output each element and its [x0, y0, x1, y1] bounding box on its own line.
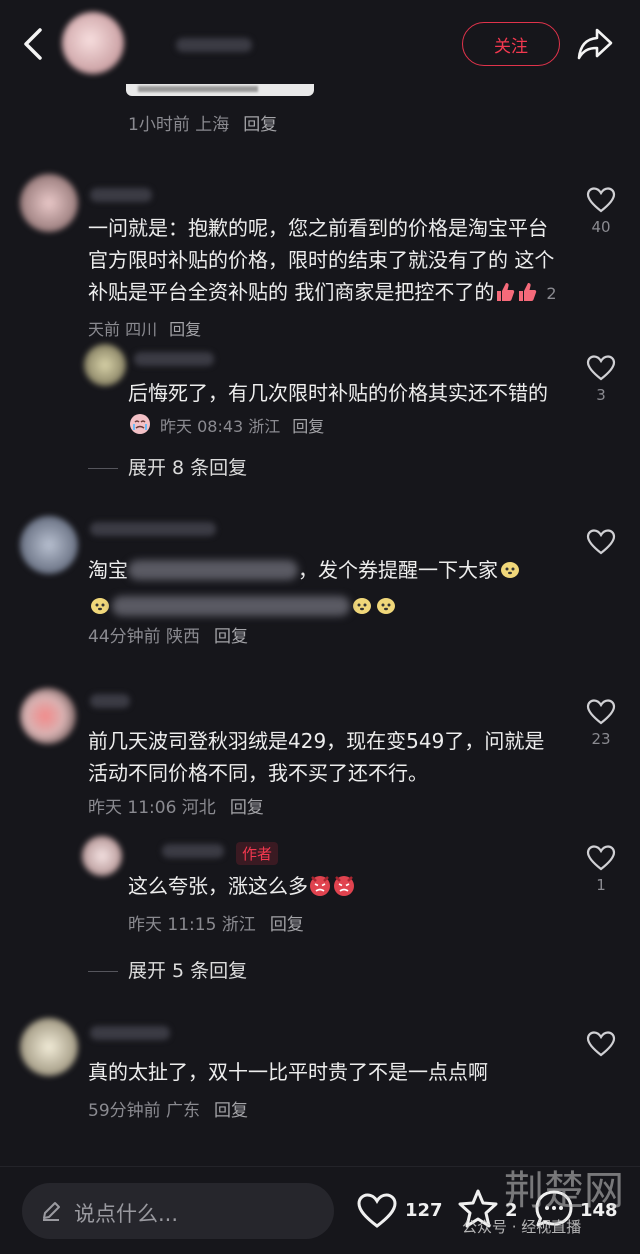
meta-time-place: 44分钟前 陕西: [88, 627, 201, 647]
reply-meta: 昨天 08:43 浙江 回复: [160, 417, 324, 436]
watermark-text: 公众号 · 经视直播: [462, 1218, 582, 1236]
top-bar: 关注: [0, 0, 640, 88]
thumbs-up-emoji: [516, 280, 538, 312]
like-button[interactable]: 23: [581, 698, 621, 748]
like-count: 127: [405, 1200, 443, 1221]
comment-text: 真的太扯了，双十一比平时贵了不是一点点啊: [88, 1060, 488, 1084]
reply-name: [134, 352, 214, 366]
comment-meta: 1小时前 上海 回复: [128, 110, 277, 135]
comment-text: 一问就是：抱歉的呢，您之前看到的价格是淘宝平台官方限时补贴的价格，限时的结束了就…: [88, 216, 557, 339]
thumbs-up-emoji: [494, 280, 516, 312]
commenter-avatar[interactable]: [20, 516, 78, 574]
previous-comment-card-text: [138, 86, 258, 92]
crying-emoji: [128, 412, 152, 445]
divider-line: [88, 971, 118, 972]
reply-text: 这么夸张，涨这么多: [128, 870, 558, 906]
commenter-name: [90, 694, 130, 708]
like-count: 40: [591, 218, 611, 236]
commenter-name: [90, 188, 152, 202]
reply-meta: 昨天 11:15 浙江 回复: [128, 910, 304, 935]
comment-text: 前几天波司登秋羽绒是429，现在变549了，问就是活动不同价格不同，我不买了还不…: [88, 729, 545, 785]
heart-icon[interactable]: [356, 1192, 398, 1230]
comment-meta: 44分钟前 陕西 回复: [88, 622, 248, 647]
comment-input[interactable]: 说点什么...: [22, 1183, 334, 1239]
heart-icon: [586, 845, 616, 871]
reply-button[interactable]: 回复: [169, 320, 201, 339]
heart-icon: [586, 355, 616, 381]
like-button[interactable]: [581, 528, 621, 560]
reply-button[interactable]: 回复: [270, 915, 304, 935]
redacted-text: [112, 596, 350, 616]
divider-line: [88, 468, 118, 469]
reply-avatar[interactable]: [84, 344, 126, 386]
reply-button[interactable]: 回复: [214, 1101, 248, 1121]
reply-text: 后悔死了，有几次限时补贴的价格其实还不错的昨天 08:43 浙江 回复: [128, 377, 558, 445]
meta-time-place: 昨天 11:15 浙江: [128, 915, 256, 935]
like-count: 1: [596, 876, 606, 894]
heart-icon: [586, 529, 616, 555]
back-arrow-icon[interactable]: [18, 24, 52, 64]
expand-replies-button[interactable]: 展开 5 条回复: [88, 956, 247, 983]
reply-button[interactable]: 回复: [230, 798, 264, 818]
expand-replies-button[interactable]: 展开 8 条回复: [88, 453, 247, 480]
watermark-logo: 荆楚网: [504, 1168, 624, 1214]
like-button[interactable]: 1: [581, 844, 621, 894]
commenter-avatar[interactable]: [20, 174, 78, 232]
comment-meta: 昨天 11:06 河北 回复: [88, 793, 264, 818]
heart-icon: [586, 1031, 616, 1057]
reply-name: [162, 844, 224, 858]
commenter-name: [90, 1026, 170, 1040]
author-avatar[interactable]: [62, 12, 124, 74]
reply-button[interactable]: 回复: [243, 115, 277, 135]
comment-text: 淘宝 ，发个券提醒一下大家: [88, 554, 560, 626]
reply-button[interactable]: 回复: [292, 417, 324, 436]
commenter-avatar[interactable]: [20, 688, 76, 744]
angry-emoji: [332, 873, 356, 906]
share-icon[interactable]: [575, 25, 615, 63]
commenter-name: [90, 522, 216, 536]
like-button[interactable]: [581, 1030, 621, 1062]
like-count: 23: [591, 730, 611, 748]
dog-emoji: [350, 593, 374, 626]
redacted-text: [128, 560, 298, 580]
like-button[interactable]: 3: [581, 354, 621, 404]
heart-icon: [586, 187, 616, 213]
comment-meta: 59分钟前 广东 回复: [88, 1096, 248, 1121]
pen-icon: [43, 1202, 60, 1221]
like-button[interactable]: 40: [581, 186, 621, 236]
dog-emoji: [374, 593, 398, 626]
reply-avatar[interactable]: [82, 836, 122, 876]
author-badge: 作者: [236, 842, 279, 865]
comment-input-placeholder: 说点什么...: [74, 1202, 179, 1226]
heart-icon: [586, 699, 616, 725]
dog-emoji: [498, 557, 522, 590]
meta-time-place: 1小时前 上海: [128, 115, 230, 135]
reply-button[interactable]: 回复: [214, 627, 248, 647]
meta-time-place: 昨天 08:43 浙江: [160, 417, 281, 436]
follow-button[interactable]: 关注: [462, 22, 560, 66]
commenter-avatar[interactable]: [20, 1018, 78, 1076]
like-count: 3: [596, 386, 606, 404]
meta-time-place: 59分钟前 广东: [88, 1101, 201, 1121]
author-name: [176, 38, 252, 52]
meta-time-place: 昨天 11:06 河北: [88, 798, 216, 818]
angry-emoji: [308, 873, 332, 906]
